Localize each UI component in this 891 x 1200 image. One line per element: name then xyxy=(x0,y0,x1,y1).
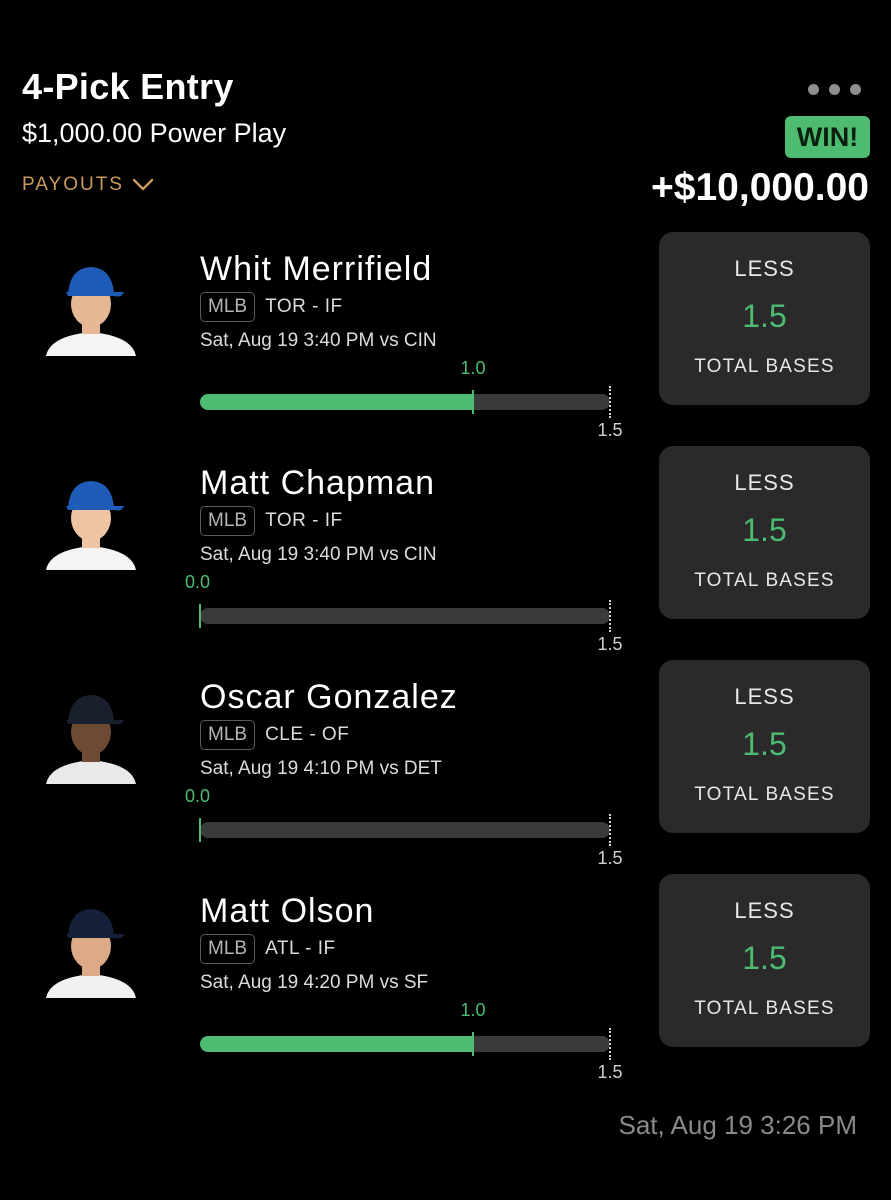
selection-direction: LESS xyxy=(734,898,795,923)
win-badge: WIN! xyxy=(785,116,870,158)
line-value: 1.5 xyxy=(597,634,623,654)
entry-title: 4-Pick Entry xyxy=(22,66,234,107)
league-badge: MLB xyxy=(200,506,256,536)
player-headshot-image xyxy=(40,896,142,998)
selection-card[interactable]: LESS 1.5 TOTAL BASES xyxy=(659,232,870,405)
team-position: CLE - OF xyxy=(265,724,350,745)
pick-row[interactable]: Matt Chapman MLB TOR - IF Sat, Aug 19 3:… xyxy=(0,446,891,664)
line-value: 1.5 xyxy=(597,420,623,440)
selection-stat: TOTAL BASES xyxy=(694,356,835,377)
progress-track xyxy=(200,822,610,838)
pick-row[interactable]: Oscar Gonzalez MLB CLE - OF Sat, Aug 19 … xyxy=(0,660,891,878)
player-meta: MLB TOR - IF xyxy=(200,506,343,536)
ellipsis-icon[interactable] xyxy=(808,84,861,95)
team-position: ATL - IF xyxy=(265,938,336,959)
selection-card[interactable]: LESS 1.5 TOTAL BASES xyxy=(659,446,870,619)
line-marker xyxy=(609,814,611,846)
line-value: 1.5 xyxy=(597,1062,623,1082)
actual-value: 1.0 xyxy=(460,358,486,378)
selection-direction: LESS xyxy=(734,256,795,281)
player-name: Matt Olson xyxy=(200,892,375,930)
player-headshot-image xyxy=(40,254,142,356)
selection-stat: TOTAL BASES xyxy=(694,998,835,1019)
player-meta: MLB TOR - IF xyxy=(200,292,343,322)
selection-card[interactable]: LESS 1.5 TOTAL BASES xyxy=(659,874,870,1047)
chevron-down-icon xyxy=(132,178,154,191)
selection-line: 1.5 xyxy=(742,940,787,976)
game-time: Sat, Aug 19 3:40 PM vs CIN xyxy=(200,330,437,351)
selection-line: 1.5 xyxy=(742,512,787,548)
team-position: TOR - IF xyxy=(265,510,343,531)
entry-type: $1,000.00 Power Play xyxy=(22,118,287,148)
actual-value: 0.0 xyxy=(185,572,211,592)
player-name: Oscar Gonzalez xyxy=(200,678,458,716)
player-name: Matt Chapman xyxy=(200,464,435,502)
selection-line: 1.5 xyxy=(742,726,787,762)
team-position: TOR - IF xyxy=(265,296,343,317)
line-value: 1.5 xyxy=(597,848,623,868)
pick-row[interactable]: Matt Olson MLB ATL - IF Sat, Aug 19 4:20… xyxy=(0,874,891,1092)
progress-fill xyxy=(200,1036,473,1052)
progress-fill xyxy=(200,394,473,410)
league-badge: MLB xyxy=(200,720,256,750)
actual-marker xyxy=(199,818,201,842)
player-headshot-image xyxy=(40,468,142,570)
actual-marker xyxy=(199,604,201,628)
actual-value: 1.0 xyxy=(460,1000,486,1020)
line-marker xyxy=(609,600,611,632)
player-meta: MLB CLE - OF xyxy=(200,720,349,750)
player-meta: MLB ATL - IF xyxy=(200,934,336,964)
player-name: Whit Merrifield xyxy=(200,250,433,288)
player-headshot-image xyxy=(40,682,142,784)
game-time: Sat, Aug 19 3:40 PM vs CIN xyxy=(200,544,437,565)
line-marker xyxy=(609,1028,611,1060)
game-time: Sat, Aug 19 4:20 PM vs SF xyxy=(200,972,429,993)
progress-track xyxy=(200,394,610,410)
selection-stat: TOTAL BASES xyxy=(694,570,835,591)
selection-direction: LESS xyxy=(734,684,795,709)
entry-timestamp: Sat, Aug 19 3:26 PM xyxy=(618,1110,858,1140)
payouts-toggle[interactable]: PAYOUTS xyxy=(22,174,154,196)
payouts-label: PAYOUTS xyxy=(22,174,124,195)
pick-row[interactable]: Whit Merrifield MLB TOR - IF Sat, Aug 19… xyxy=(0,232,891,450)
actual-marker xyxy=(472,390,474,414)
progress-track xyxy=(200,608,610,624)
line-marker xyxy=(609,386,611,418)
progress-track xyxy=(200,1036,610,1052)
payout-amount: +$10,000.00 xyxy=(651,166,869,209)
actual-value: 0.0 xyxy=(185,786,211,806)
selection-stat: TOTAL BASES xyxy=(694,784,835,805)
selection-direction: LESS xyxy=(734,470,795,495)
league-badge: MLB xyxy=(200,292,256,322)
selection-line: 1.5 xyxy=(742,298,787,334)
league-badge: MLB xyxy=(200,934,256,964)
selection-card[interactable]: LESS 1.5 TOTAL BASES xyxy=(659,660,870,833)
actual-marker xyxy=(472,1032,474,1056)
game-time: Sat, Aug 19 4:10 PM vs DET xyxy=(200,758,442,779)
